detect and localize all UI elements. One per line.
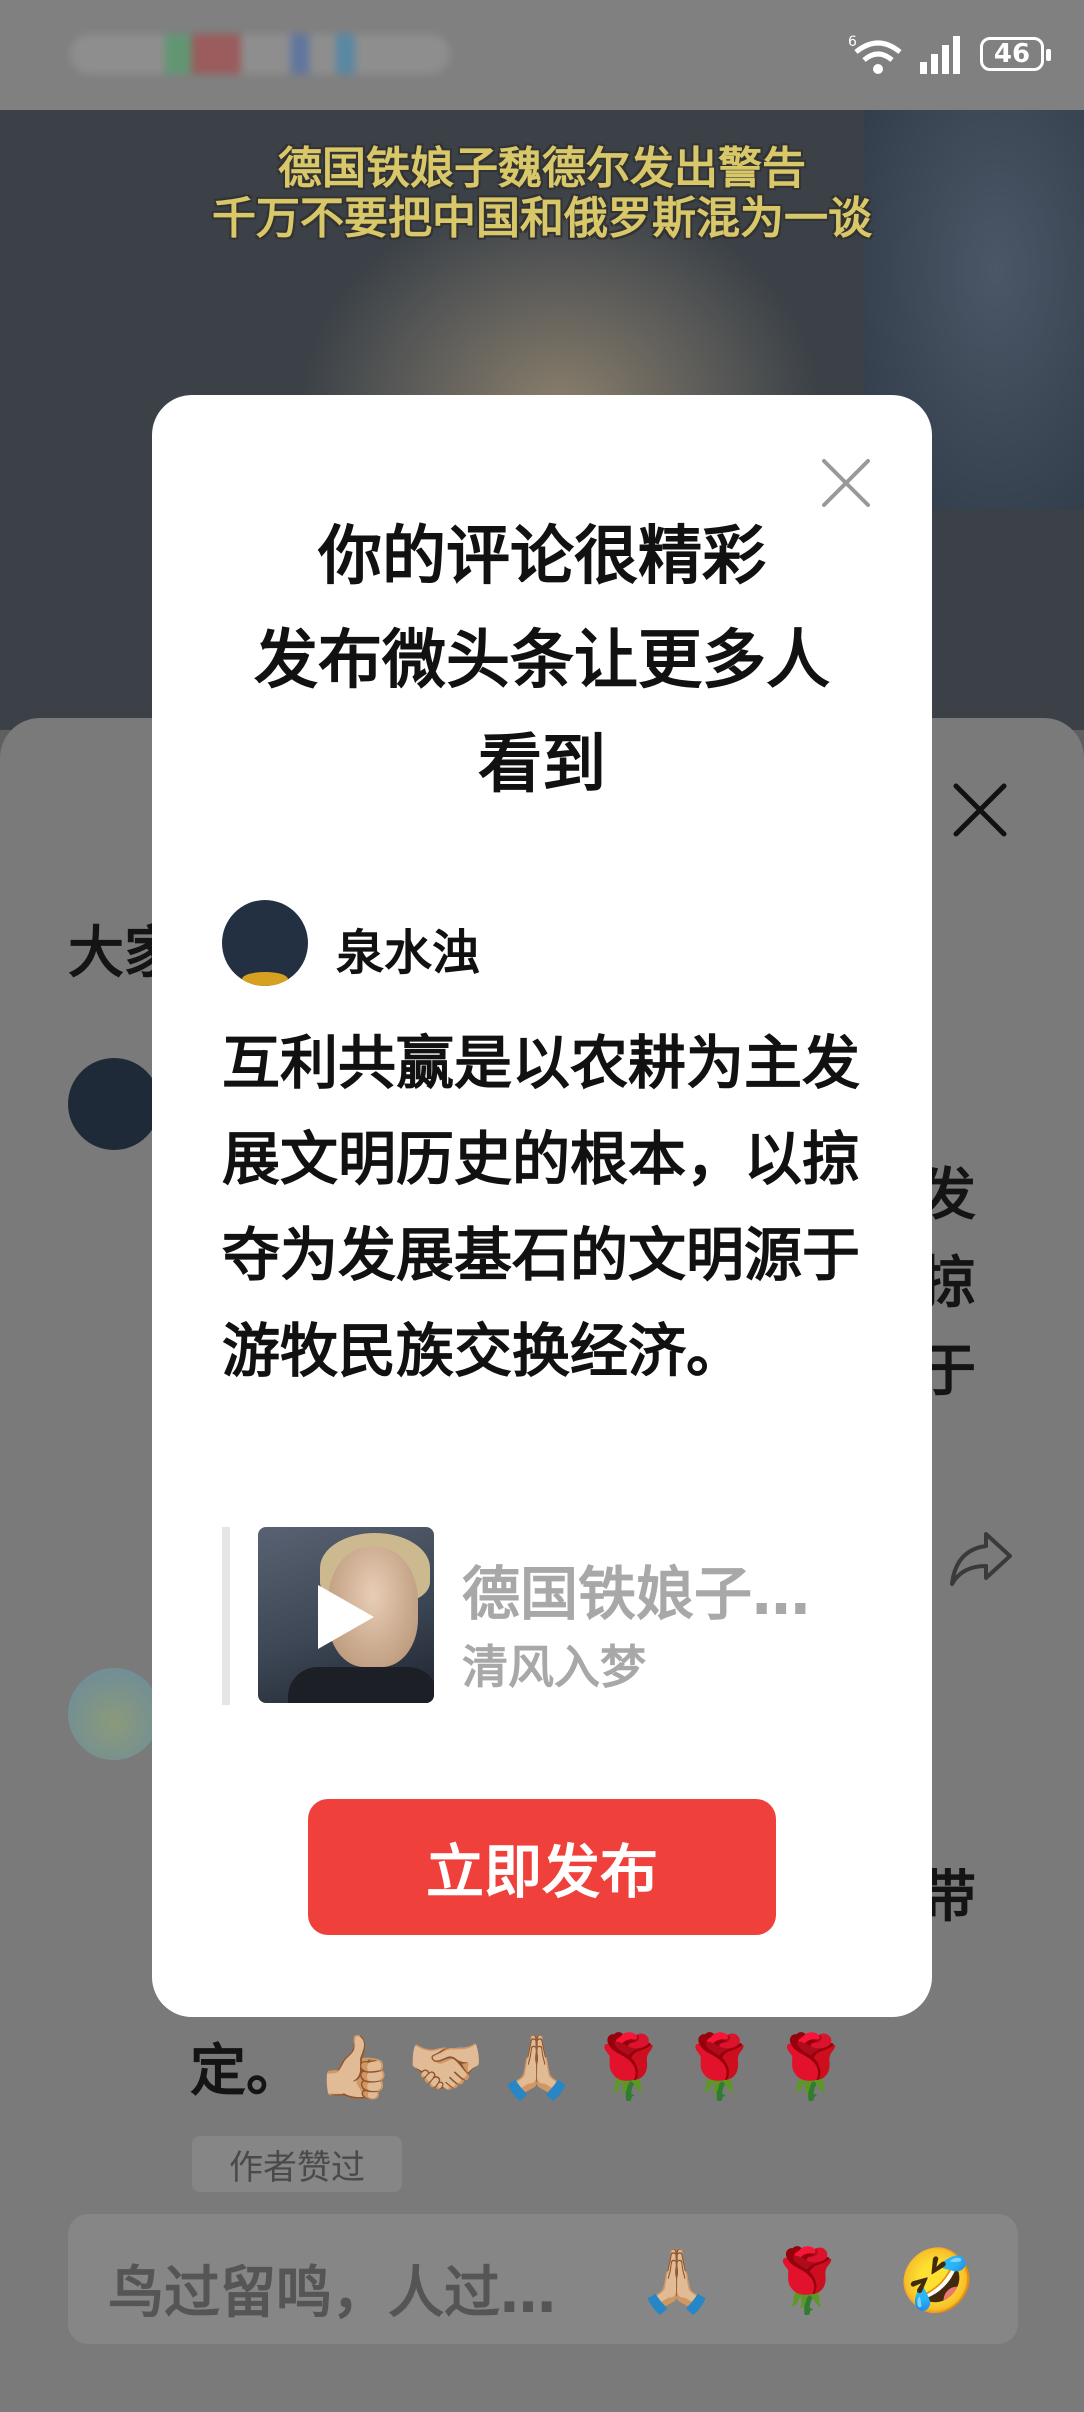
- close-icon[interactable]: [820, 457, 872, 509]
- publish-now-button[interactable]: 立即发布: [308, 1799, 776, 1935]
- publish-dialog: 你的评论很精彩 发布微头条让更多人 看到 泉水浊 互利共赢是以农耕为主发展文明历…: [152, 395, 932, 2017]
- author-avatar: [222, 900, 308, 986]
- quoted-video-author: 清风入梦: [462, 1640, 646, 1694]
- play-icon: [318, 1585, 374, 1649]
- comment-text: 互利共赢是以农耕为主发展文明历史的根本，以掠夺为发展基石的文明源于游牧民族交换经…: [222, 1029, 861, 1385]
- dialog-title-line2: 发布微头条让更多人: [254, 624, 830, 698]
- dialog-title-line1: 你的评论很精彩: [318, 520, 766, 594]
- quoted-video-card[interactable]: 德国铁娘子… 清风入梦: [222, 1527, 870, 1705]
- quoted-video-title: 德国铁娘子…: [462, 1560, 811, 1628]
- dialog-title-line3: 看到: [478, 728, 606, 802]
- thumbnail-body: [288, 1667, 434, 1703]
- video-thumbnail[interactable]: [258, 1527, 434, 1703]
- dialog-title: 你的评论很精彩 发布微头条让更多人 看到: [152, 505, 932, 817]
- author-name: 泉水浊: [336, 925, 481, 981]
